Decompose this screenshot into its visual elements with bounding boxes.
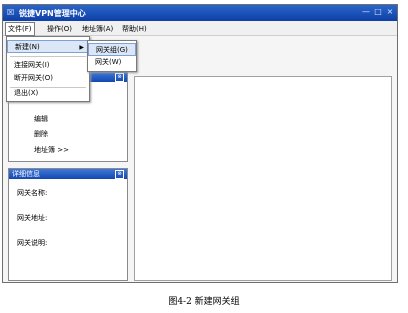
detail-panel-title: 详细信息 xyxy=(12,170,40,178)
app-window: ☒ 锐捷VPN管理中心 — □ × 文件(F) 操作(O) 地址簿(A) 帮助(… xyxy=(2,4,398,283)
new-submenu: 网关组(G) 网关(W) xyxy=(87,40,137,72)
detail-panel-header: 详细信息 ⊗ xyxy=(9,169,127,179)
menu-bar: 文件(F) 操作(O) 地址簿(A) 帮助(H) xyxy=(3,21,397,36)
menu-item-exit[interactable]: 退出(X) xyxy=(7,87,89,100)
figure-caption: 图4-2 新建网关组 xyxy=(168,297,240,307)
field-gateway-description: 网关说明: xyxy=(17,239,48,247)
app-logo-icon: ☒ xyxy=(7,8,15,17)
nav-item-delete[interactable]: 删除 xyxy=(34,129,48,139)
collapse-icon[interactable]: ⊗ xyxy=(115,73,124,82)
menu-address-book[interactable]: 地址簿(A) xyxy=(82,24,113,34)
menu-item-new[interactable]: 新建(N) ▶ xyxy=(7,40,89,53)
menu-item-disconnect-gateway[interactable]: 断开网关(O) xyxy=(7,72,89,85)
field-gateway-address: 网关地址: xyxy=(17,214,48,222)
submenu-arrow-icon: ▶ xyxy=(79,44,84,51)
nav-item-edit[interactable]: 编辑 xyxy=(34,114,48,124)
menu-item-gateway-group[interactable]: 网关组(G) xyxy=(88,43,136,56)
menu-help[interactable]: 帮助(H) xyxy=(122,24,147,34)
field-gateway-name: 网关名称: xyxy=(17,189,48,197)
collapse-icon[interactable]: ⊗ xyxy=(115,170,124,179)
menu-item-connect-gateway[interactable]: 连接网关(I) xyxy=(7,59,89,72)
menu-separator xyxy=(10,56,86,57)
close-icon[interactable]: × xyxy=(385,7,395,17)
maximize-icon[interactable]: □ xyxy=(373,7,383,17)
minimize-icon[interactable]: — xyxy=(361,7,371,17)
main-content-area[interactable] xyxy=(134,76,392,281)
window-title: 锐捷VPN管理中心 xyxy=(19,9,86,18)
menu-item-new-label: 新建(N) xyxy=(15,43,40,51)
menu-file[interactable]: 文件(F) xyxy=(5,22,35,36)
title-bar[interactable]: ☒ 锐捷VPN管理中心 — □ × xyxy=(3,5,397,21)
detail-panel: 详细信息 ⊗ 网关名称: 网关地址: 网关说明: xyxy=(8,168,128,281)
menu-item-gateway[interactable]: 网关(W) xyxy=(88,56,136,69)
file-dropdown-menu: 新建(N) ▶ 连接网关(I) 断开网关(O) 退出(X) xyxy=(6,36,90,102)
nav-item-address-book[interactable]: 地址簿 >> xyxy=(34,145,69,155)
menu-operation[interactable]: 操作(O) xyxy=(47,24,72,34)
